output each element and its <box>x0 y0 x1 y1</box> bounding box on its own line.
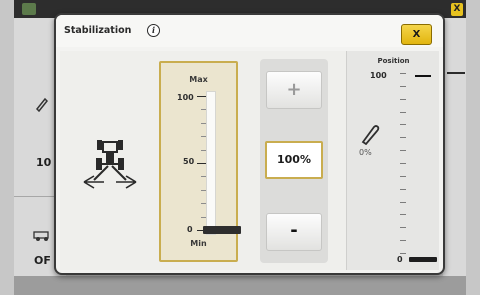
gauge-tick-0: 0 <box>187 225 193 234</box>
pencil-icon <box>361 125 380 145</box>
stabilization-value[interactable]: 100% <box>265 141 323 179</box>
position-scale <box>400 73 410 263</box>
position-title: Position <box>377 57 410 65</box>
position-tick-mark <box>400 240 406 242</box>
position-tick-mark <box>400 98 406 100</box>
gauge-tick-mark <box>201 176 206 178</box>
position-max-marker <box>415 75 431 77</box>
gauge-tick-mark <box>201 149 206 151</box>
stabilization-dialog: Stabilization i X Max 100 50 0 Min + 100… <box>54 13 445 275</box>
dialog-body: Max 100 50 0 Min + 100% - Position 100 0… <box>60 51 439 270</box>
position-tick-mark <box>400 73 406 74</box>
dialog-title: Stabilization <box>64 25 132 36</box>
background-bottom-bar <box>14 276 466 295</box>
dialog-header: Stabilization i X <box>56 15 443 47</box>
gauge-tick-mark <box>201 109 206 111</box>
close-icon: X <box>412 29 421 40</box>
position-tick-mark <box>400 188 406 190</box>
position-tick-mark <box>400 253 406 254</box>
position-tick-mark <box>400 163 406 164</box>
position-tick-mark <box>400 85 406 87</box>
gauge-track[interactable] <box>206 91 216 235</box>
tractor-stabilizer-icon <box>83 140 137 189</box>
gauge-tick-mark <box>201 216 206 218</box>
position-tick-mark <box>400 227 406 229</box>
position-tick-mark <box>400 137 406 139</box>
position-tick-mark <box>400 214 406 216</box>
position-label-100: 100 <box>370 71 387 80</box>
decrease-button[interactable]: - <box>266 213 322 251</box>
position-tick-mark <box>400 175 406 177</box>
gauge-max-label: Max <box>189 75 208 84</box>
gauge-tick-100: 100 <box>177 93 194 102</box>
background-implement-icon <box>33 231 49 241</box>
gauge-tick-mark <box>201 189 206 191</box>
adjust-controls: + 100% - <box>260 59 328 263</box>
position-tick-mark <box>400 201 406 203</box>
background-label-bottom: OF <box>34 254 51 267</box>
position-tick-mark <box>400 124 406 126</box>
position-tick-mark <box>400 150 406 152</box>
position-indicator <box>409 257 437 262</box>
gauge-tick-50: 50 <box>183 157 195 166</box>
close-button[interactable]: X <box>401 24 432 45</box>
gauge-tick-mark <box>197 163 206 164</box>
gauge-tick-mark <box>201 122 206 124</box>
background-close-icon: X <box>451 3 463 16</box>
background-right-panel <box>443 18 466 276</box>
gauge-tick-mark <box>201 203 206 205</box>
position-panel: Position 100 0% 0 <box>346 51 439 270</box>
info-icon[interactable]: i <box>147 24 160 37</box>
background-pencil-icon <box>35 97 49 112</box>
stabilization-gauge[interactable]: Max 100 50 0 Min <box>159 61 241 262</box>
gauge-slider-handle[interactable] <box>203 226 241 234</box>
position-label-0: 0 <box>397 255 403 264</box>
position-tick-mark <box>400 111 406 113</box>
background-app-icon <box>22 3 36 15</box>
gauge-tick-mark <box>201 136 206 138</box>
position-percent: 0% <box>359 148 372 157</box>
gauge-min-label: Min <box>190 239 207 248</box>
increase-button[interactable]: + <box>266 71 322 109</box>
gauge-tick-mark <box>197 96 206 97</box>
background-label-mid: 10 <box>36 156 52 169</box>
